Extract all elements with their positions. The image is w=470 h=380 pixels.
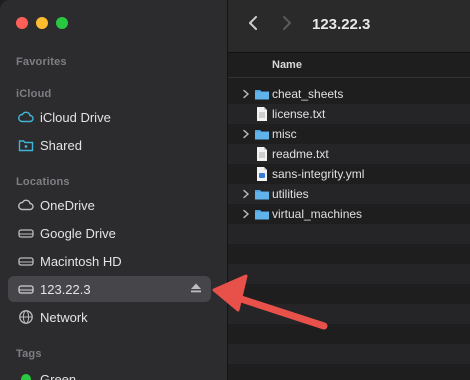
drive-icon [18, 225, 34, 241]
empty-row [228, 344, 470, 364]
section-title-favorites: Favorites [16, 56, 67, 68]
file-name: misc [272, 127, 297, 141]
section-title-icloud: iCloud [16, 88, 52, 100]
file-row[interactable]: utilities [228, 184, 470, 204]
file-row[interactable]: readme.txt [228, 144, 470, 164]
yml-file-icon [254, 166, 270, 182]
file-row[interactable]: sans-integrity.yml [228, 164, 470, 184]
cloud-icon [18, 197, 34, 213]
sidebar-item-onedrive[interactable]: OneDrive [8, 192, 211, 218]
column-header-label: Name [272, 59, 302, 71]
empty-row [228, 224, 470, 244]
disclosure-chevron-icon[interactable] [240, 188, 252, 200]
section-title-tags: Tags [16, 348, 42, 360]
folder-icon [254, 206, 270, 222]
file-name: readme.txt [272, 147, 329, 161]
sidebar-item-label: iCloud Drive [40, 109, 111, 125]
cloud-icon [18, 109, 34, 125]
zoom-window-button[interactable] [56, 17, 68, 29]
sidebar-item-label: Google Drive [40, 225, 116, 241]
file-name: cheat_sheets [272, 87, 344, 101]
sidebar-item-label: Macintosh HD [40, 253, 122, 269]
forward-chevron-icon [281, 15, 293, 36]
file-list: Name cheat_sheets license.txt misc readm… [228, 53, 470, 380]
sidebar-item-label: 123.22.3 [40, 281, 91, 297]
folder-icon [254, 86, 270, 102]
eject-icon[interactable] [189, 281, 203, 295]
file-row[interactable]: license.txt [228, 104, 470, 124]
sidebar-item-icloud-drive[interactable]: iCloud Drive [8, 104, 211, 130]
sidebar-item-label: Shared [40, 137, 82, 153]
file-row[interactable]: virtual_machines [228, 204, 470, 224]
file-name: virtual_machines [272, 207, 363, 221]
text-file-icon [254, 106, 270, 122]
sidebar-item-123-22-3[interactable]: 123.22.3 [8, 276, 211, 302]
tag-color-dot-icon [18, 371, 34, 380]
sidebar-item-google-drive[interactable]: Google Drive [8, 220, 211, 246]
folder-icon [254, 186, 270, 202]
drive-icon [18, 281, 34, 297]
sidebar-item-shared[interactable]: Shared [8, 132, 211, 158]
window-title: 123.22.3 [312, 16, 371, 33]
sidebar-item-network[interactable]: Network [8, 304, 211, 330]
sidebar-item-tag-green[interactable]: Green [8, 366, 211, 380]
disclosure-chevron-icon[interactable] [240, 128, 252, 140]
sidebar-item-label: OneDrive [40, 197, 95, 213]
minimize-window-button[interactable] [36, 17, 48, 29]
disclosure-chevron-icon[interactable] [240, 88, 252, 100]
text-file-icon [254, 146, 270, 162]
sidebar-item-macintosh-hd[interactable]: Macintosh HD [8, 248, 211, 274]
file-name: license.txt [272, 107, 326, 121]
sidebar: Favorites iCloud iCloud Drive Shared Loc… [0, 0, 228, 380]
back-chevron-icon [247, 15, 259, 36]
section-title-locations: Locations [16, 176, 70, 188]
sidebar-item-label: Network [40, 309, 88, 325]
forward-button[interactable] [276, 14, 298, 36]
file-name: sans-integrity.yml [272, 167, 365, 181]
back-button[interactable] [242, 14, 264, 36]
file-row[interactable]: misc [228, 124, 470, 144]
toolbar: 123.22.3 [228, 0, 470, 53]
disclosure-chevron-icon[interactable] [240, 208, 252, 220]
window-controls [16, 17, 68, 29]
sidebar-item-label: Green [40, 371, 77, 380]
shared-folder-icon [18, 137, 34, 153]
empty-row [228, 264, 470, 284]
close-window-button[interactable] [16, 17, 28, 29]
drive-icon [18, 253, 34, 269]
empty-row [228, 304, 470, 324]
folder-icon [254, 126, 270, 142]
column-header-name[interactable]: Name [228, 53, 470, 78]
network-icon [18, 309, 34, 325]
file-row[interactable]: cheat_sheets [228, 84, 470, 104]
file-name: utilities [272, 187, 309, 201]
finder-window: Favorites iCloud iCloud Drive Shared Loc… [0, 0, 470, 380]
